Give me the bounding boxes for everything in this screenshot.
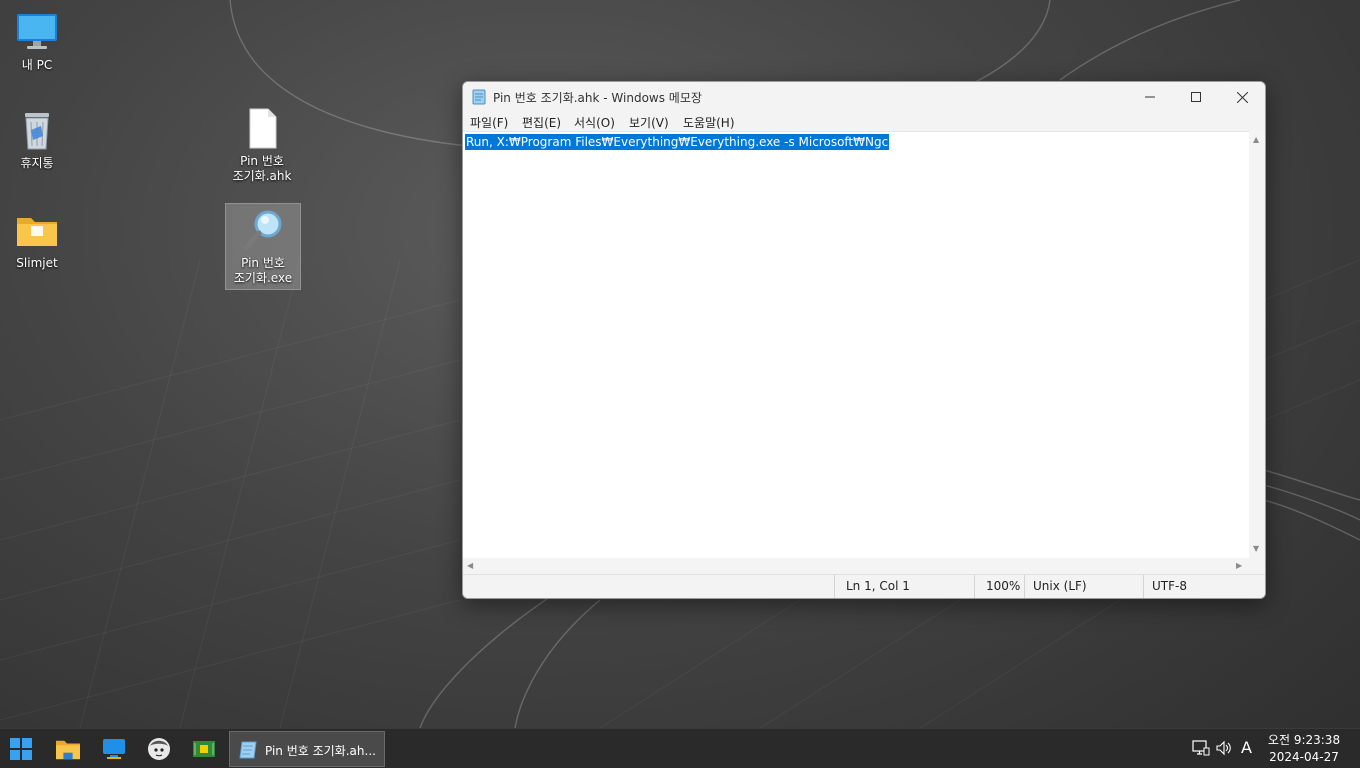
clock-time: 오전 9:23:38 <box>1267 733 1341 747</box>
status-line-ending: Unix (LF) <box>1024 575 1141 598</box>
character-avatar-icon <box>148 738 170 760</box>
magnifier-icon <box>243 210 282 251</box>
taskbar-avatar-app[interactable] <box>147 737 171 761</box>
desktop-icon-slimjet[interactable]: Slimjet <box>0 204 74 274</box>
chip-icon <box>193 741 215 757</box>
scroll-corner <box>1249 558 1265 574</box>
scroll-up-icon[interactable]: ▲ <box>1253 135 1259 144</box>
scroll-left-icon[interactable]: ◀ <box>467 561 473 570</box>
minimize-button[interactable] <box>1127 82 1173 112</box>
document-icon <box>249 108 277 149</box>
folder-icon <box>17 218 57 246</box>
clock[interactable]: 오전 9:23:38 2024-04-27 <box>1258 732 1350 766</box>
scroll-down-icon[interactable]: ▼ <box>1253 544 1259 553</box>
menu-edit[interactable]: 편집(E) <box>522 114 561 131</box>
desktop: 내 PC 휴지통 Slimjet Pin 번호 조기화.ahk Pin 번호 조… <box>0 0 1360 768</box>
taskbar-file-explorer[interactable] <box>56 737 80 761</box>
recycle-bin-icon <box>25 113 49 150</box>
menu-bar: 파일(F) 편집(E) 서식(O) 보기(V) 도움말(H) <box>463 112 1265 131</box>
close-icon <box>1236 91 1248 103</box>
maximize-icon <box>1191 92 1201 102</box>
minimize-icon <box>1145 96 1155 98</box>
text-editor[interactable]: Run, X:₩Program Files₩Everything₩Everyth… <box>463 131 1249 559</box>
status-encoding: UTF-8 <box>1143 575 1260 598</box>
desktop-icon-label: 조기화.exe <box>233 271 293 285</box>
desktop-icon-my-pc[interactable]: 내 PC <box>0 6 74 76</box>
desktop-icon-exe-file[interactable]: Pin 번호 조기화.exe <box>225 203 301 290</box>
start-button[interactable] <box>9 737 33 761</box>
taskbar-active-label: Pin 번호 조기화.ah... <box>265 744 376 758</box>
scroll-right-icon[interactable]: ▶ <box>1236 561 1242 570</box>
selected-text[interactable]: Run, X:₩Program Files₩Everything₩Everyth… <box>465 134 890 150</box>
vertical-scrollbar[interactable]: ▲ ▼ <box>1249 131 1265 558</box>
monitor-icon <box>103 739 125 759</box>
notepad-window[interactable]: Pin 번호 조기화.ahk - Windows 메모장 파일(F) 편집(E)… <box>462 81 1266 599</box>
taskbar-chip-app[interactable] <box>192 737 216 761</box>
taskbar: Pin 번호 조기화.ah... A 오전 9:23:38 2024-04-27 <box>0 728 1360 768</box>
desktop-icon-label: Slimjet <box>16 256 58 270</box>
taskbar-notepad-active[interactable]: Pin 번호 조기화.ah... <box>229 731 385 767</box>
notepad-icon <box>239 741 257 759</box>
maximize-button[interactable] <box>1173 82 1219 112</box>
desktop-icon-label: Pin 번호 <box>241 256 285 270</box>
menu-view[interactable]: 보기(V) <box>629 114 669 131</box>
status-position: Ln 1, Col 1 <box>834 575 974 598</box>
network-icon[interactable] <box>1192 740 1210 756</box>
menu-file[interactable]: 파일(F) <box>470 114 508 131</box>
menu-format[interactable]: 서식(O) <box>574 114 615 131</box>
desktop-icon-ahk-file[interactable]: Pin 번호 조기화.ahk <box>225 102 299 187</box>
desktop-icon-label: 내 PC <box>21 58 53 72</box>
monitor-icon <box>17 14 57 49</box>
clock-date: 2024-04-27 <box>1269 750 1339 764</box>
desktop-icon-recycle-bin[interactable]: 휴지통 <box>0 104 74 174</box>
desktop-icon-label: 조기화.ahk <box>232 169 292 183</box>
horizontal-scrollbar[interactable]: ◀ ▶ <box>463 558 1249 574</box>
folder-icon <box>56 740 80 760</box>
speaker-icon[interactable] <box>1216 740 1232 756</box>
notepad-icon <box>472 89 486 105</box>
close-button[interactable] <box>1219 82 1265 112</box>
desktop-icon-label: 휴지통 <box>20 156 54 170</box>
keyboard-language-indicator[interactable]: A <box>1241 738 1252 757</box>
window-title: Pin 번호 조기화.ahk - Windows 메모장 <box>493 91 702 105</box>
menu-help[interactable]: 도움말(H) <box>683 114 735 131</box>
windows-logo-icon <box>10 738 32 760</box>
taskbar-remote-desktop[interactable] <box>102 737 126 761</box>
desktop-icon-label: Pin 번호 <box>240 154 284 168</box>
status-bar: Ln 1, Col 1 100% Unix (LF) UTF-8 <box>463 574 1265 598</box>
title-bar[interactable]: Pin 번호 조기화.ahk - Windows 메모장 <box>463 82 1265 112</box>
